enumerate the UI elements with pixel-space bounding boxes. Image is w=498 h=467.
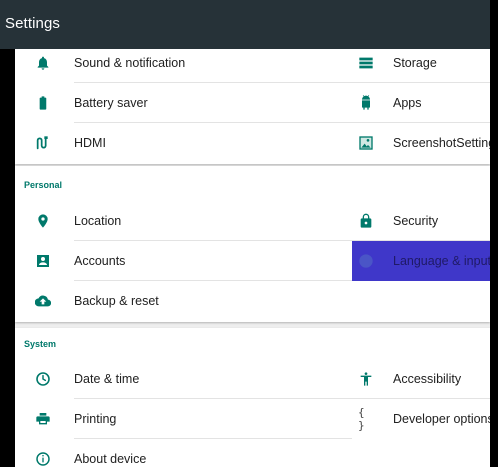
setting-label: Backup & reset [74, 294, 159, 308]
setting-label: ScreenshotSetting [393, 136, 490, 150]
storage-icon [358, 55, 374, 71]
setting-developer-options[interactable]: { } Developer options [352, 399, 490, 439]
battery-icon [35, 95, 51, 111]
system-section: System Date & time Printing About device… [15, 328, 490, 467]
setting-label: About device [74, 452, 147, 466]
setting-label: Security [393, 214, 439, 228]
setting-label: HDMI [74, 136, 106, 150]
setting-storage[interactable]: Storage [352, 49, 490, 83]
bell-icon [35, 55, 51, 71]
setting-label: Developer options [393, 412, 490, 426]
cloud-upload-icon [35, 293, 51, 309]
globe-icon [358, 253, 374, 269]
setting-screenshot[interactable]: ScreenshotSetting [352, 123, 490, 163]
printer-icon [35, 411, 51, 427]
setting-hdmi[interactable]: HDMI [15, 123, 352, 163]
setting-backup-reset[interactable]: Backup & reset [15, 281, 352, 321]
accessibility-icon [358, 371, 374, 387]
setting-apps[interactable]: Apps [352, 83, 490, 123]
info-icon [35, 451, 51, 467]
app-bar: Settings [0, 0, 490, 49]
setting-label: Storage [393, 56, 437, 70]
setting-language-input[interactable]: Language & input [352, 241, 490, 281]
setting-about-device[interactable]: About device [15, 439, 352, 467]
clock-icon [35, 371, 51, 387]
location-pin-icon [35, 213, 51, 229]
device-section: Sound & notification Battery saver HDMI … [15, 49, 490, 164]
category-title-system: System [24, 339, 57, 349]
setting-label: Battery saver [74, 96, 148, 110]
category-title-personal: Personal [24, 180, 63, 190]
setting-label: Location [74, 214, 122, 228]
setting-label: Language & input [393, 254, 490, 268]
setting-security[interactable]: Security [352, 201, 490, 241]
setting-label: Date & time [74, 372, 140, 386]
screenshot-icon [358, 135, 374, 151]
account-box-icon [35, 253, 51, 269]
page-title: Settings [5, 15, 60, 32]
setting-date-time[interactable]: Date & time [15, 359, 352, 399]
setting-label: Accessibility [393, 372, 462, 386]
settings-content[interactable]: Sound & notification Battery saver HDMI … [15, 49, 490, 467]
hdmi-icon [35, 135, 51, 151]
setting-accessibility[interactable]: Accessibility [352, 359, 490, 399]
android-icon [358, 95, 374, 111]
setting-location[interactable]: Location [15, 201, 352, 241]
setting-label: Sound & notification [74, 56, 186, 70]
setting-sound-notification[interactable]: Sound & notification [15, 49, 352, 83]
code-braces-icon: { } [358, 406, 365, 432]
personal-section: Personal Location Accounts Backup & rese… [15, 166, 490, 322]
setting-battery-saver[interactable]: Battery saver [15, 83, 352, 123]
setting-accounts[interactable]: Accounts [15, 241, 352, 281]
setting-label: Accounts [74, 254, 126, 268]
setting-printing[interactable]: Printing [15, 399, 352, 439]
setting-label: Printing [74, 412, 117, 426]
lock-icon [358, 213, 374, 229]
setting-label: Apps [393, 96, 422, 110]
